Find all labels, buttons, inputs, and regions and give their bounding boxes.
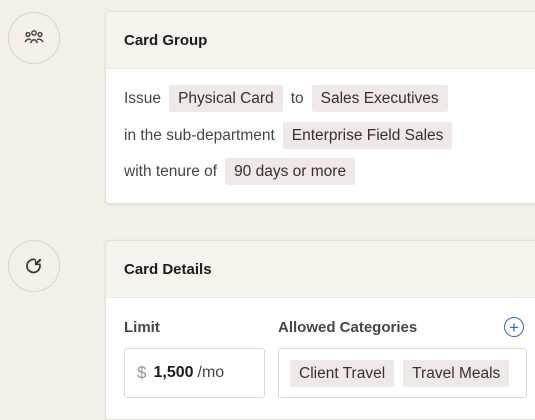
limit-input[interactable]: $ 1,500 /mo bbox=[124, 348, 265, 398]
card-details-step-icon bbox=[8, 240, 60, 292]
card-details-panel: Card Details Limit Allowed Categories + … bbox=[105, 240, 535, 420]
recipient-chip[interactable]: Sales Executives bbox=[311, 85, 448, 112]
card-group-step-icon bbox=[8, 12, 60, 64]
categories-field[interactable]: Client Travel Travel Meals bbox=[278, 348, 527, 398]
issue-row: Issue Physical Card to Sales Executives bbox=[124, 85, 448, 112]
card-details-title: Card Details bbox=[106, 241, 535, 298]
category-chip[interactable]: Client Travel bbox=[290, 359, 395, 387]
limit-period: /mo bbox=[197, 364, 225, 381]
subdept-label: in the sub-department bbox=[124, 126, 275, 144]
subdept-chip[interactable]: Enterprise Field Sales bbox=[282, 122, 453, 149]
plus-circle-icon[interactable]: + bbox=[504, 317, 524, 337]
limit-value: 1,500 bbox=[153, 364, 194, 381]
currency-symbol: $ bbox=[137, 363, 147, 382]
to-label: to bbox=[290, 89, 304, 107]
limit-label: Limit bbox=[124, 319, 160, 336]
pie-chart-icon bbox=[26, 258, 42, 274]
subdept-row: in the sub-department Enterprise Field S… bbox=[124, 122, 453, 149]
issue-label: Issue bbox=[124, 89, 162, 107]
category-chip[interactable]: Travel Meals bbox=[403, 359, 510, 387]
allowed-categories-label: Allowed Categories bbox=[278, 319, 418, 336]
tenure-label: with tenure of bbox=[124, 162, 218, 180]
tenure-row: with tenure of 90 days or more bbox=[124, 158, 356, 185]
tenure-chip[interactable]: 90 days or more bbox=[225, 158, 356, 185]
card-type-chip[interactable]: Physical Card bbox=[169, 85, 283, 112]
card-group-panel: Card Group Issue Physical Card to Sales … bbox=[105, 11, 535, 204]
card-group-title: Card Group bbox=[106, 12, 535, 69]
people-group-icon bbox=[24, 30, 44, 44]
